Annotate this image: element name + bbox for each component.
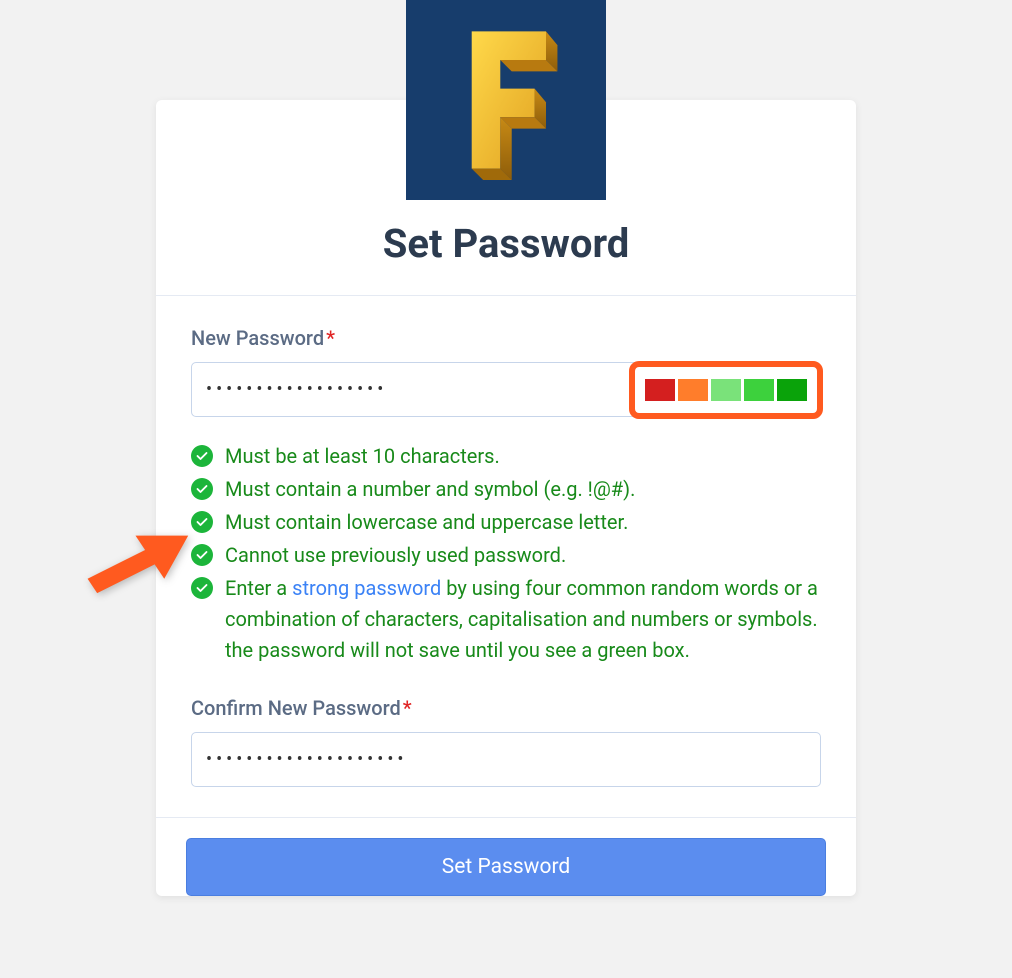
password-rules-list: Must be at least 10 characters. Must con… <box>191 441 821 666</box>
strength-segment-3 <box>711 379 741 401</box>
letter-f-icon <box>446 20 566 180</box>
set-password-button[interactable]: Set Password <box>186 838 826 896</box>
check-icon <box>191 445 213 467</box>
confirm-password-input[interactable] <box>191 732 821 787</box>
confirm-password-label: Confirm New Password* <box>191 696 821 720</box>
rule-text: Must contain a number and symbol (e.g. !… <box>225 474 635 505</box>
rule-item: Must be at least 10 characters. <box>191 441 821 472</box>
card-body: New Password* Must be at least 10 charac… <box>156 296 856 818</box>
rule-text: Must contain lowercase and uppercase let… <box>225 507 628 538</box>
strength-segment-5 <box>777 379 807 401</box>
check-icon <box>191 478 213 500</box>
strength-segment-1 <box>645 379 675 401</box>
password-strength-meter <box>629 361 823 419</box>
check-icon <box>191 577 213 599</box>
new-password-label: New Password* <box>191 326 821 350</box>
strength-segment-2 <box>678 379 708 401</box>
rule-text: Enter a strong password by using four co… <box>225 573 821 666</box>
new-password-input-wrap <box>191 362 821 417</box>
rule-item: Enter a strong password by using four co… <box>191 573 821 666</box>
rule-item: Must contain a number and symbol (e.g. !… <box>191 474 821 505</box>
page-title: Set Password <box>156 220 856 267</box>
card-footer: Set Password <box>156 818 856 896</box>
rule-text: Cannot use previously used password. <box>225 540 566 571</box>
set-password-card: Set Password New Password* Must be at le… <box>156 100 856 896</box>
check-icon <box>191 511 213 533</box>
rule-text: Must be at least 10 characters. <box>225 441 500 472</box>
strength-segment-4 <box>744 379 774 401</box>
brand-logo <box>406 0 606 200</box>
rule-item: Must contain lowercase and uppercase let… <box>191 507 821 538</box>
strong-password-link[interactable]: strong password <box>292 576 441 600</box>
check-icon <box>191 544 213 566</box>
rule-item: Cannot use previously used password. <box>191 540 821 571</box>
